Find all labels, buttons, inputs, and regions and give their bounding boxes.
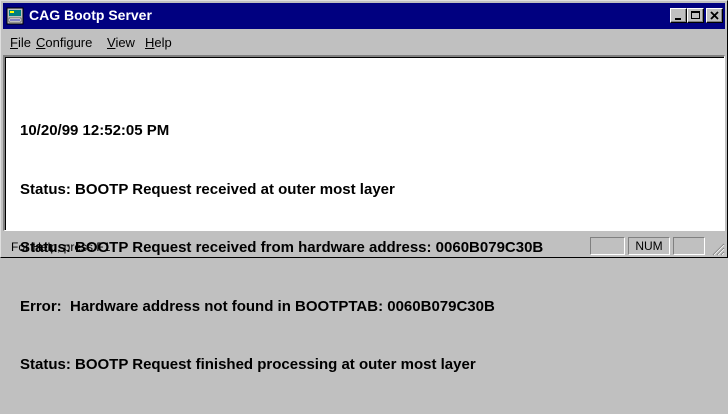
log-timestamp: 10/20/99 12:52:05 PM	[20, 122, 170, 139]
resize-grip-icon[interactable]	[711, 242, 725, 256]
network-server-icon[interactable]	[6, 7, 24, 25]
menu-view[interactable]: View	[107, 35, 135, 50]
log-view[interactable]: 10/20/99 12:52:05 PM Status: BOOTP Reque…	[3, 55, 725, 373]
title-bar[interactable]: CAG Bootp Server	[3, 3, 725, 29]
minimize-button[interactable]	[670, 8, 687, 23]
close-icon	[710, 11, 719, 20]
status-pane-caps	[590, 237, 625, 255]
menu-bar: File Configure View Help	[3, 31, 725, 53]
menu-configure[interactable]: Configure	[36, 35, 92, 50]
log-line: Status: BOOTP Request finished processin…	[20, 356, 476, 373]
status-bar: For Help, press F1 NUM	[3, 234, 725, 256]
app-window: CAG Bootp Server File Configure View Hel…	[0, 0, 728, 373]
maximize-icon	[691, 11, 700, 19]
menu-file[interactable]: File	[10, 35, 31, 50]
minimize-icon	[675, 18, 681, 20]
log-line: Error: Hardware address not found in BOO…	[20, 297, 495, 315]
close-button[interactable]	[706, 8, 723, 23]
menu-help[interactable]: Help	[145, 35, 172, 50]
status-pane-num: NUM	[628, 237, 670, 255]
status-pane-scroll	[673, 237, 705, 255]
window-title: CAG Bootp Server	[29, 7, 152, 23]
maximize-button[interactable]	[687, 8, 704, 23]
status-help-text: For Help, press F1	[11, 240, 111, 254]
log-line: Status: BOOTP Request received at outer …	[20, 180, 395, 198]
